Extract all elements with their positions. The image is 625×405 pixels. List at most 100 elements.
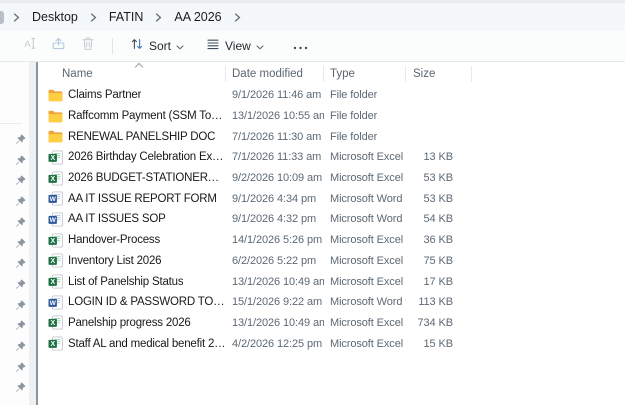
file-date-modified: 9/1/2026 11:46 am xyxy=(226,89,324,101)
excel-file-icon: X xyxy=(48,336,63,351)
chevron-right-icon[interactable] xyxy=(229,13,246,22)
file-size: 36 KB xyxy=(406,234,472,246)
file-size: 17 KB xyxy=(406,276,472,288)
file-row[interactable]: W AA IT ISSUES SOP 9/1/2026 4:32 pm Micr… xyxy=(38,209,625,230)
svg-text:X: X xyxy=(50,321,55,328)
file-type: File folder xyxy=(324,110,406,122)
chevron-right-icon[interactable] xyxy=(85,13,102,22)
pushpin-icon[interactable] xyxy=(15,300,26,311)
sort-icon xyxy=(130,37,144,56)
column-header-name[interactable]: Name xyxy=(38,66,226,82)
file-row[interactable]: W AA IT ISSUE REPORT FORM 9/1/2026 4:34 … xyxy=(38,188,625,209)
file-size: 53 KB xyxy=(406,172,472,184)
file-name: List of Panelship Status xyxy=(68,276,183,288)
share-button[interactable] xyxy=(44,34,73,58)
excel-file-icon: X xyxy=(48,171,63,186)
delete-button[interactable] xyxy=(73,34,102,58)
see-more-button[interactable] xyxy=(286,34,315,58)
file-row[interactable]: X Inventory List 2026 6/2/2026 5:22 pm M… xyxy=(38,251,625,272)
excel-file-icon: X xyxy=(48,315,63,330)
address-bar: Desktop FATIN AA 2026 xyxy=(0,3,625,32)
chevron-down-icon xyxy=(256,37,264,55)
breadcrumb-item-desktop[interactable]: Desktop xyxy=(25,7,85,27)
view-button[interactable]: View xyxy=(198,33,272,60)
pushpin-icon[interactable] xyxy=(15,196,26,207)
breadcrumb-item-fatin[interactable]: FATIN xyxy=(102,7,151,27)
file-type: File folder xyxy=(324,89,406,101)
file-row[interactable]: W LOGIN ID & PASSWORD TO BANK SYSTEM 15/… xyxy=(38,292,625,313)
command-toolbar: A xyxy=(0,31,625,62)
view-icon xyxy=(206,37,220,56)
file-date-modified: 15/1/2026 9:22 am xyxy=(226,296,324,308)
word-file-icon: W xyxy=(48,295,63,310)
file-size: 13 KB xyxy=(406,151,472,163)
rename-button[interactable]: A xyxy=(15,34,44,58)
file-type: Microsoft Word 9... xyxy=(324,296,406,308)
pushpin-icon[interactable] xyxy=(15,155,26,166)
file-type: Microsoft Excel W... xyxy=(324,276,406,288)
file-date-modified: 14/1/2026 5:26 pm xyxy=(226,234,324,246)
pushpin-icon[interactable] xyxy=(15,320,26,331)
excel-file-icon: X xyxy=(48,253,63,268)
pushpin-icon[interactable] xyxy=(15,217,26,228)
file-row[interactable]: X Panelship progress 2026 13/1/2026 10:4… xyxy=(38,313,625,334)
file-type: Microsoft Excel W... xyxy=(324,151,406,163)
file-row[interactable]: X 2026 BUDGET-STATIONERY & SUNDRY IT... … xyxy=(38,168,625,189)
svg-text:X: X xyxy=(50,238,55,245)
trash-icon xyxy=(81,36,95,56)
file-type: File folder xyxy=(324,131,406,143)
svg-text:W: W xyxy=(50,300,57,307)
pushpin-icon[interactable] xyxy=(15,362,26,373)
file-row[interactable]: X List of Panelship Status 13/1/2026 10:… xyxy=(38,271,625,292)
file-list: Claims Partner 9/1/2026 11:46 am File fo… xyxy=(38,85,625,354)
svg-text:X: X xyxy=(50,155,55,162)
pushpin-icon[interactable] xyxy=(15,134,26,145)
file-row[interactable]: Claims Partner 9/1/2026 11:46 am File fo… xyxy=(38,85,625,106)
excel-file-icon: X xyxy=(48,274,63,289)
file-name: LOGIN ID & PASSWORD TO BANK SYSTEM xyxy=(68,296,226,308)
toolbar-divider xyxy=(112,38,113,54)
breadcrumb-item-aa-2026[interactable]: AA 2026 xyxy=(167,7,228,27)
rename-icon: A xyxy=(22,36,37,56)
svg-text:X: X xyxy=(50,341,55,348)
excel-file-icon: X xyxy=(48,233,63,248)
column-header-date-modified[interactable]: Date modified xyxy=(226,66,324,82)
file-type: Microsoft Excel W... xyxy=(324,255,406,267)
column-header-type[interactable]: Type xyxy=(324,66,406,82)
file-name: Claims Partner xyxy=(68,89,141,101)
file-row[interactable]: Raffcomm Payment (SSM Topup) 13/1/2026 1… xyxy=(38,106,625,127)
word-file-icon: W xyxy=(48,212,63,227)
file-date-modified: 13/1/2026 10:49 am xyxy=(226,276,324,288)
file-size: 734 KB xyxy=(406,317,472,329)
more-icon xyxy=(293,37,308,55)
pushpin-icon[interactable] xyxy=(15,258,26,269)
file-name: 2026 Birthday Celebration Expenses xyxy=(68,151,226,163)
pushpin-icon[interactable] xyxy=(15,238,26,249)
file-type: Microsoft Word D... xyxy=(324,193,406,205)
excel-file-icon: X xyxy=(48,150,63,165)
chevron-right-icon[interactable] xyxy=(8,13,25,22)
file-name: Raffcomm Payment (SSM Topup) xyxy=(68,110,226,122)
svg-text:X: X xyxy=(50,259,55,266)
file-row[interactable]: X Handover-Process 14/1/2026 5:26 pm Mic… xyxy=(38,230,625,251)
file-type: Microsoft Word D... xyxy=(324,213,406,225)
svg-text:A: A xyxy=(24,39,31,50)
breadcrumb-clipped-icon xyxy=(0,11,4,24)
file-row[interactable]: X 2026 Birthday Celebration Expenses 7/1… xyxy=(38,147,625,168)
column-header-size[interactable]: Size xyxy=(406,66,472,82)
pushpin-icon[interactable] xyxy=(15,382,26,393)
chevron-right-icon[interactable] xyxy=(150,13,167,22)
file-row[interactable]: X Staff AL and medical benefit 2026 4/2/… xyxy=(38,333,625,354)
pushpin-icon[interactable] xyxy=(15,279,26,290)
file-date-modified: 9/2/2026 10:09 am xyxy=(226,172,324,184)
file-name: AA IT ISSUES SOP xyxy=(68,213,166,225)
view-button-label: View xyxy=(225,39,251,53)
file-name: RENEWAL PANELSHIP DOC xyxy=(68,131,215,143)
sort-button[interactable]: Sort xyxy=(122,33,192,60)
pushpin-icon[interactable] xyxy=(15,175,26,186)
pushpin-icon[interactable] xyxy=(15,341,26,352)
file-row[interactable]: RENEWAL PANELSHIP DOC 7/1/2026 11:30 am … xyxy=(38,126,625,147)
word-file-icon: W xyxy=(48,191,63,206)
file-date-modified: 13/1/2026 10:55 am xyxy=(226,110,324,122)
file-size: 53 KB xyxy=(406,193,472,205)
